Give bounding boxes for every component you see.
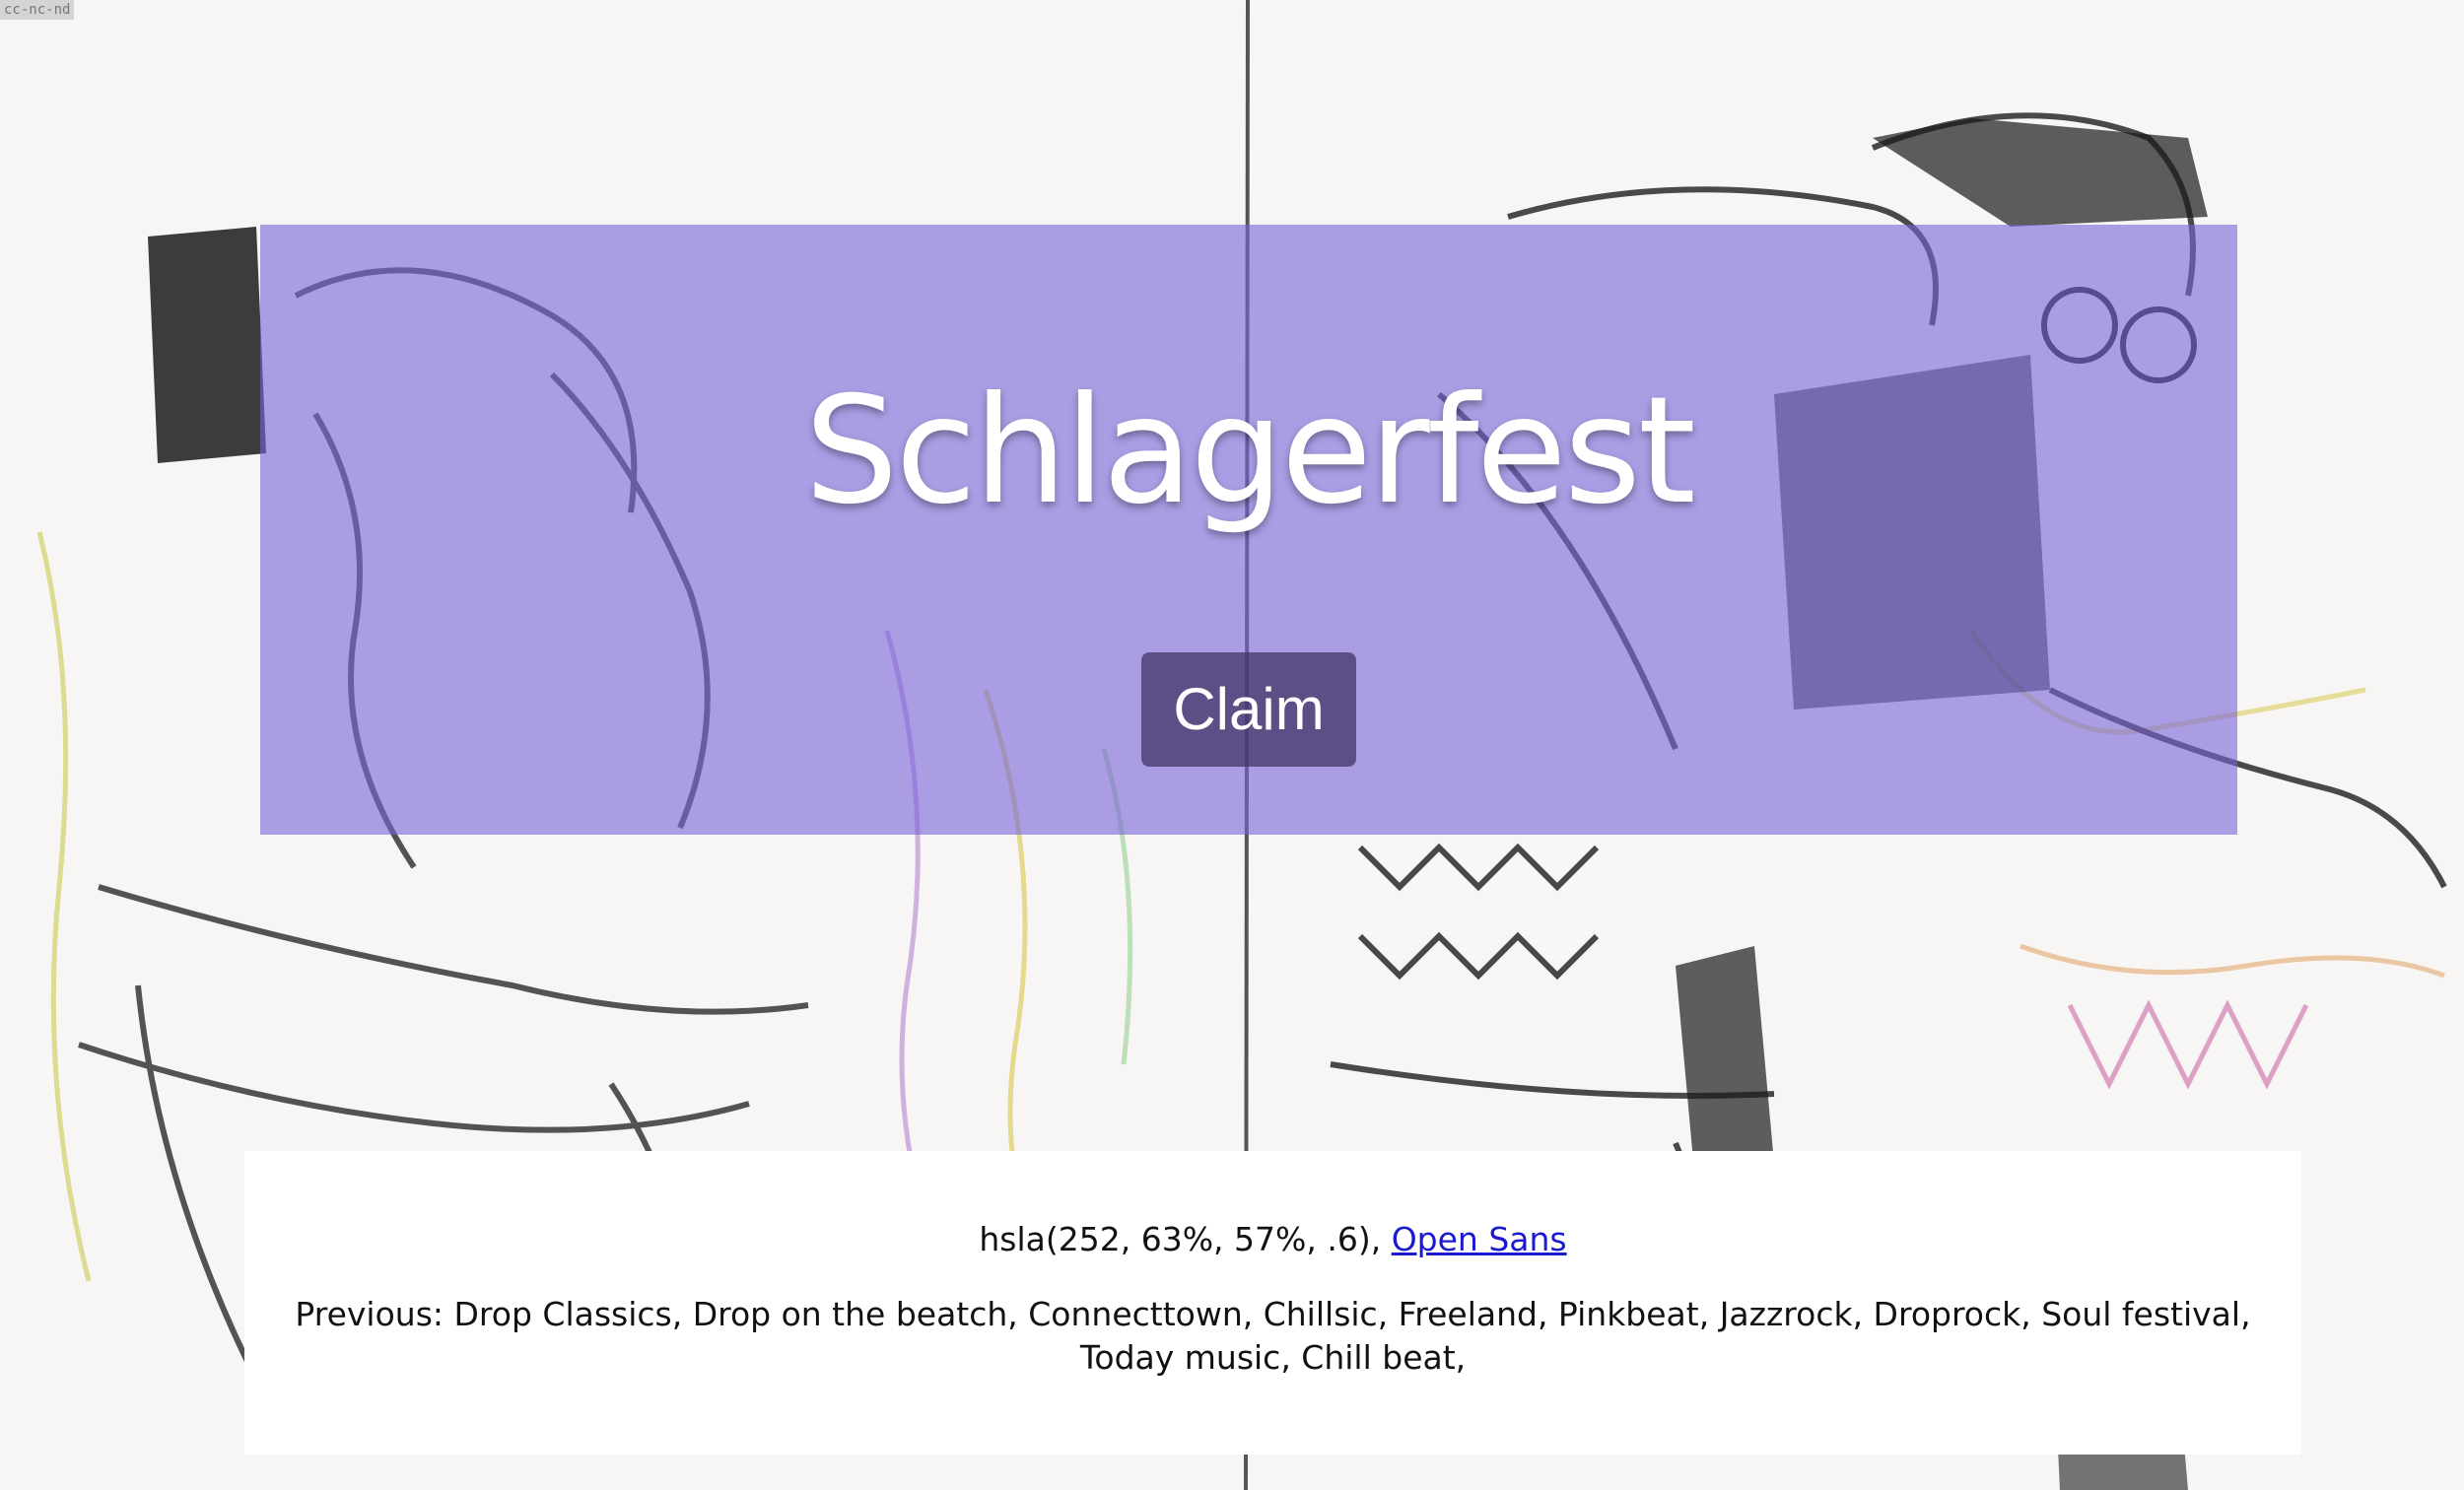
claim-button[interactable]: Claim <box>1141 652 1356 767</box>
hero-title: Schlagerfest <box>804 366 1696 537</box>
color-value-text: hsla(252, 63%, 57%, .6), <box>979 1220 1382 1258</box>
style-info-line: hsla(252, 63%, 57%, .6), Open Sans <box>284 1218 2262 1261</box>
previous-label: Previous: <box>295 1295 445 1333</box>
info-panel: hsla(252, 63%, 57%, .6), Open Sans Previ… <box>244 1151 2301 1455</box>
page: cc-nc-nd Schlagerfest Claim hsla(252, 63… <box>0 0 2464 1490</box>
previous-events-line: Previous: Drop Classics, Drop on the bea… <box>284 1293 2262 1380</box>
previous-list: Drop Classics, Drop on the beatch, Conne… <box>453 1295 2251 1377</box>
license-badge: cc-nc-nd <box>0 0 75 20</box>
font-link[interactable]: Open Sans <box>1392 1220 1567 1258</box>
hero-banner: Schlagerfest Claim <box>260 225 2237 835</box>
